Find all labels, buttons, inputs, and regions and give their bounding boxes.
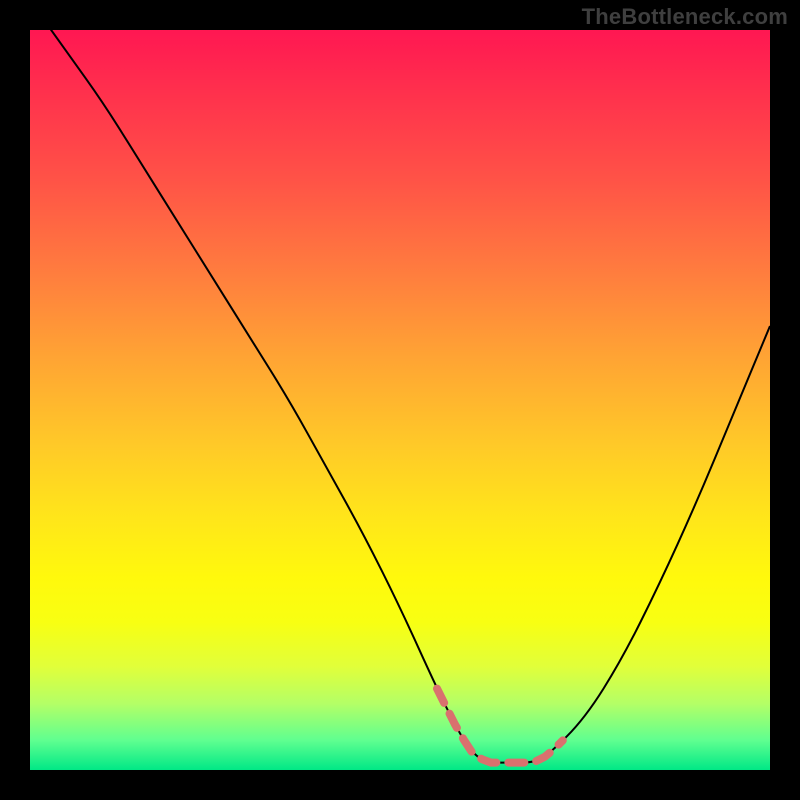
watermark-text: TheBottleneck.com bbox=[582, 4, 788, 30]
chart-frame: TheBottleneck.com bbox=[0, 0, 800, 800]
bottleneck-curve bbox=[30, 30, 770, 763]
plot-area bbox=[30, 30, 770, 770]
curve-layer bbox=[30, 30, 770, 770]
low-bottleneck-dash-highlight bbox=[437, 689, 563, 763]
